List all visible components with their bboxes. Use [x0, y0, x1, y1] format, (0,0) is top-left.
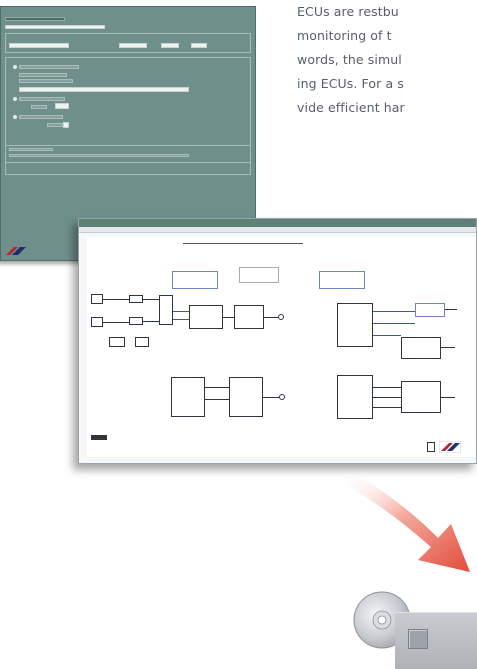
arrow-icon — [344, 472, 470, 572]
wire-2 — [103, 322, 129, 323]
paragraph-line-2: monitoring of t — [297, 28, 392, 43]
subsystem-block-2 — [234, 305, 264, 329]
wire-8 — [441, 347, 455, 348]
dialog-option-8 — [9, 148, 53, 151]
annotation-box-4 — [415, 303, 445, 317]
model-titlebar — [79, 219, 476, 227]
dialog-field-3 — [119, 43, 147, 48]
wire-1 — [103, 299, 129, 300]
blue-wire-2 — [173, 319, 189, 320]
subsystem-block-5 — [171, 377, 205, 417]
dialog-field-5 — [191, 43, 207, 48]
dialog-radio-2 — [13, 97, 17, 101]
dialog-option-3 — [19, 79, 73, 83]
blue-wire-1 — [173, 311, 189, 312]
blue-wire-5 — [373, 335, 401, 336]
wire-7 — [445, 309, 457, 310]
paragraph-line-3: words, the simul — [297, 52, 402, 67]
dialog-field-1 — [5, 25, 105, 29]
dspace-logo-2 — [439, 441, 461, 453]
dialog-field-4 — [161, 43, 179, 48]
model-title — [183, 243, 303, 244]
model-footer-label — [91, 435, 107, 440]
wire-10 — [205, 399, 229, 400]
body-paragraph: ECUs are restbu monitoring of t words, t… — [297, 0, 477, 120]
dialog-option-6 — [19, 115, 63, 119]
annotation-box-2 — [239, 267, 279, 283]
switch-block-1 — [129, 295, 143, 303]
wire-5 — [223, 317, 234, 318]
output-port-1 — [278, 314, 284, 320]
subsystem-block-3 — [337, 303, 373, 347]
dialog-small-field-2 — [63, 122, 69, 128]
input-block-4 — [135, 337, 149, 347]
paragraph-line-1: ECUs are restbu — [297, 4, 399, 19]
wire-13 — [373, 397, 401, 398]
subsystem-block-4 — [401, 337, 441, 359]
wire-9 — [205, 387, 229, 388]
dialog-option-7 — [47, 123, 63, 127]
document-icon — [427, 442, 435, 452]
dspace-logo — [6, 247, 26, 255]
annotation-box-3 — [319, 271, 365, 289]
wire-15 — [441, 397, 455, 398]
model-screenshot — [78, 218, 477, 464]
dialog-radio-3 — [13, 115, 17, 119]
dialog-radio-1 — [13, 65, 17, 69]
dialog-path-field — [19, 87, 189, 92]
dialog-option-5 — [31, 105, 47, 109]
wire-6 — [264, 317, 278, 318]
drive-unit — [395, 612, 477, 669]
dialog-option-9 — [9, 154, 189, 157]
wire-14 — [373, 407, 401, 408]
subsystem-block-8 — [401, 381, 441, 413]
input-block-1 — [91, 294, 103, 304]
subsystem-block-6 — [229, 377, 263, 417]
subsystem-block-1 — [189, 305, 223, 329]
dialog-title-bar — [5, 17, 65, 21]
input-block-3 — [109, 337, 125, 347]
annotation-box-1 — [172, 271, 218, 289]
blue-wire-4 — [373, 323, 415, 324]
blue-wire-3 — [373, 311, 415, 312]
dialog-field-2 — [9, 43, 69, 48]
dialog-option-1 — [19, 65, 79, 69]
wire-11 — [263, 397, 279, 398]
switch-block-2 — [129, 317, 143, 325]
output-port-2 — [279, 394, 285, 400]
paragraph-line-4: ing ECUs. For a s — [297, 76, 404, 91]
wire-4 — [143, 321, 159, 322]
model-menubar — [79, 227, 476, 233]
wire-3 — [143, 299, 159, 300]
mux-block — [159, 295, 173, 325]
subsystem-block-7 — [337, 375, 373, 419]
paragraph-line-5: vide efficient har — [297, 100, 405, 115]
dialog-small-field-1 — [55, 103, 69, 109]
input-block-2 — [91, 317, 103, 327]
drive-button — [408, 629, 428, 649]
dialog-option-4 — [19, 97, 65, 101]
wire-12 — [373, 387, 401, 388]
dialog-option-2 — [19, 73, 67, 77]
